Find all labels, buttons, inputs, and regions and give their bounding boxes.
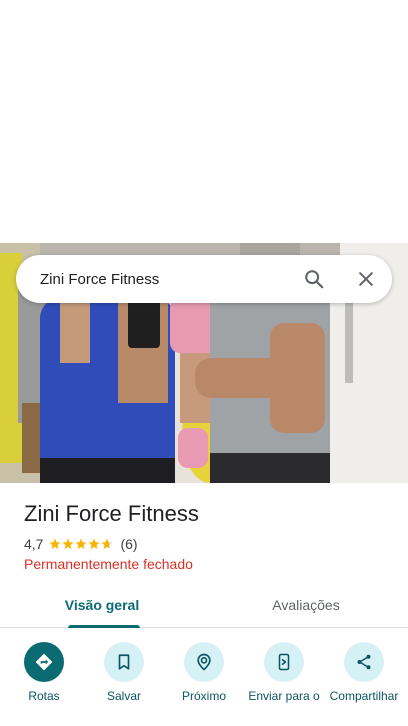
share-button[interactable]: Compartilhar	[324, 642, 404, 726]
share-label: Compartilhar	[329, 689, 399, 703]
tab-overview-label: Visão geral	[64, 597, 140, 613]
review-count: (6)	[120, 536, 138, 552]
place-title: Zini Force Fitness	[24, 501, 199, 526]
tab-overview[interactable]: Visão geral	[0, 586, 204, 628]
closed-status: Permanentemente fechado	[24, 556, 193, 572]
nearby-icon	[184, 642, 224, 682]
bookmark-icon	[104, 642, 144, 682]
star-icon	[62, 538, 74, 549]
directions-button[interactable]: Rotas	[4, 642, 84, 726]
save-button[interactable]: Salvar	[84, 642, 164, 726]
send-to-phone-button[interactable]: Enviar para o	[244, 642, 324, 726]
star-icon	[49, 538, 61, 549]
rating-value: 4,7	[24, 536, 44, 552]
active-tab-indicator	[68, 625, 140, 628]
search-icon[interactable]	[290, 255, 338, 303]
star-rating	[49, 538, 114, 550]
tab-reviews[interactable]: Avaliações	[204, 586, 408, 627]
search-query-text[interactable]: Zini Force Fitness	[16, 271, 290, 288]
directions-icon	[24, 642, 64, 682]
search-bar[interactable]: Zini Force Fitness	[16, 255, 392, 303]
directions-label: Rotas	[28, 689, 60, 703]
place-tabs: Visão geral Avaliações	[0, 586, 408, 628]
star-icon	[88, 538, 100, 549]
save-label: Salvar	[106, 689, 141, 703]
nearby-label: Próximo	[181, 689, 226, 703]
nearby-button[interactable]: Próximo	[164, 642, 244, 726]
share-icon	[344, 642, 384, 682]
tab-reviews-label: Avaliações	[272, 597, 340, 613]
send-to-phone-icon	[264, 642, 304, 682]
action-bar: Rotas Salvar Próximo Enviar para o Compa…	[0, 642, 408, 726]
place-info: Zini Force Fitness 4,7 (6) Permanentemen…	[24, 500, 394, 572]
close-icon[interactable]	[342, 255, 390, 303]
blank-map-area	[0, 0, 408, 243]
star-icon	[75, 538, 87, 549]
rating-row[interactable]: 4,7 (6)	[24, 535, 394, 553]
star-icon	[101, 538, 113, 549]
send-to-phone-label: Enviar para o	[248, 689, 320, 703]
